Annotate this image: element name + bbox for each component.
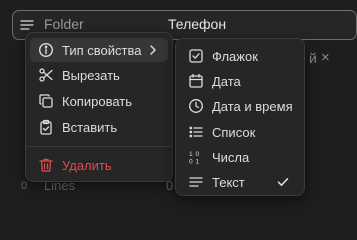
background-row-number: 0: [21, 180, 28, 192]
type-option-label: Список: [212, 125, 256, 140]
clock-icon: [188, 98, 204, 114]
type-option-text[interactable]: Текст: [180, 170, 300, 194]
svg-text:1: 1: [189, 151, 193, 158]
type-option-numbers[interactable]: 1 0 0 1 Числа: [180, 145, 300, 169]
type-option-label: Дата и время: [212, 99, 293, 114]
trash-icon: [38, 157, 54, 173]
checkbox-icon: [188, 48, 204, 64]
context-menu: Тип свойства Вырезать Копировать Вставит…: [25, 32, 173, 182]
menu-item-label: Вставить: [62, 120, 118, 135]
close-icon[interactable]: ×: [321, 49, 330, 66]
menu-item-label: Тип свойства: [62, 43, 142, 58]
numbers-icon: 1 0 0 1: [188, 149, 204, 165]
menu-item-cut[interactable]: Вырезать: [30, 63, 168, 87]
text-lines-icon[interactable]: [19, 17, 35, 33]
info-icon: [38, 42, 54, 58]
menu-item-delete[interactable]: Удалить: [30, 153, 168, 177]
property-name[interactable]: Folder: [44, 16, 84, 32]
svg-text:0: 0: [189, 159, 193, 166]
type-option-datetime[interactable]: Дата и время: [180, 94, 300, 118]
type-option-label: Флажок: [212, 49, 258, 64]
svg-text:1: 1: [196, 159, 200, 166]
type-option-date[interactable]: Дата: [180, 69, 300, 93]
property-value[interactable]: Телефон: [168, 16, 226, 32]
scissors-icon: [38, 67, 54, 83]
type-option-list[interactable]: Список: [180, 120, 300, 144]
list-icon: [188, 124, 204, 140]
background-text: й: [309, 50, 317, 66]
clipboard-icon: [38, 119, 54, 135]
type-option-label: Дата: [212, 74, 241, 89]
menu-item-copy[interactable]: Копировать: [30, 89, 168, 113]
type-option-label: Текст: [212, 175, 245, 190]
chevron-right-icon: [146, 43, 160, 57]
menu-separator: [26, 146, 172, 147]
type-option-label: Числа: [212, 150, 250, 165]
property-type-submenu: Флажок Дата Дата и время Список 1 0 0 1 …: [175, 38, 305, 196]
calendar-icon: [188, 73, 204, 89]
svg-text:0: 0: [196, 151, 200, 158]
type-option-checkbox[interactable]: Флажок: [180, 44, 300, 68]
checkmark-icon: [276, 175, 290, 189]
app-window: Folder Телефон й × Lines 0 0 Тип свойств…: [0, 0, 357, 204]
menu-item-paste[interactable]: Вставить: [30, 115, 168, 139]
menu-item-property-type[interactable]: Тип свойства: [30, 38, 168, 62]
menu-item-label: Удалить: [62, 158, 112, 173]
text-icon: [188, 174, 204, 190]
menu-item-label: Копировать: [62, 94, 132, 109]
copy-icon: [38, 93, 54, 109]
menu-item-label: Вырезать: [62, 68, 120, 83]
